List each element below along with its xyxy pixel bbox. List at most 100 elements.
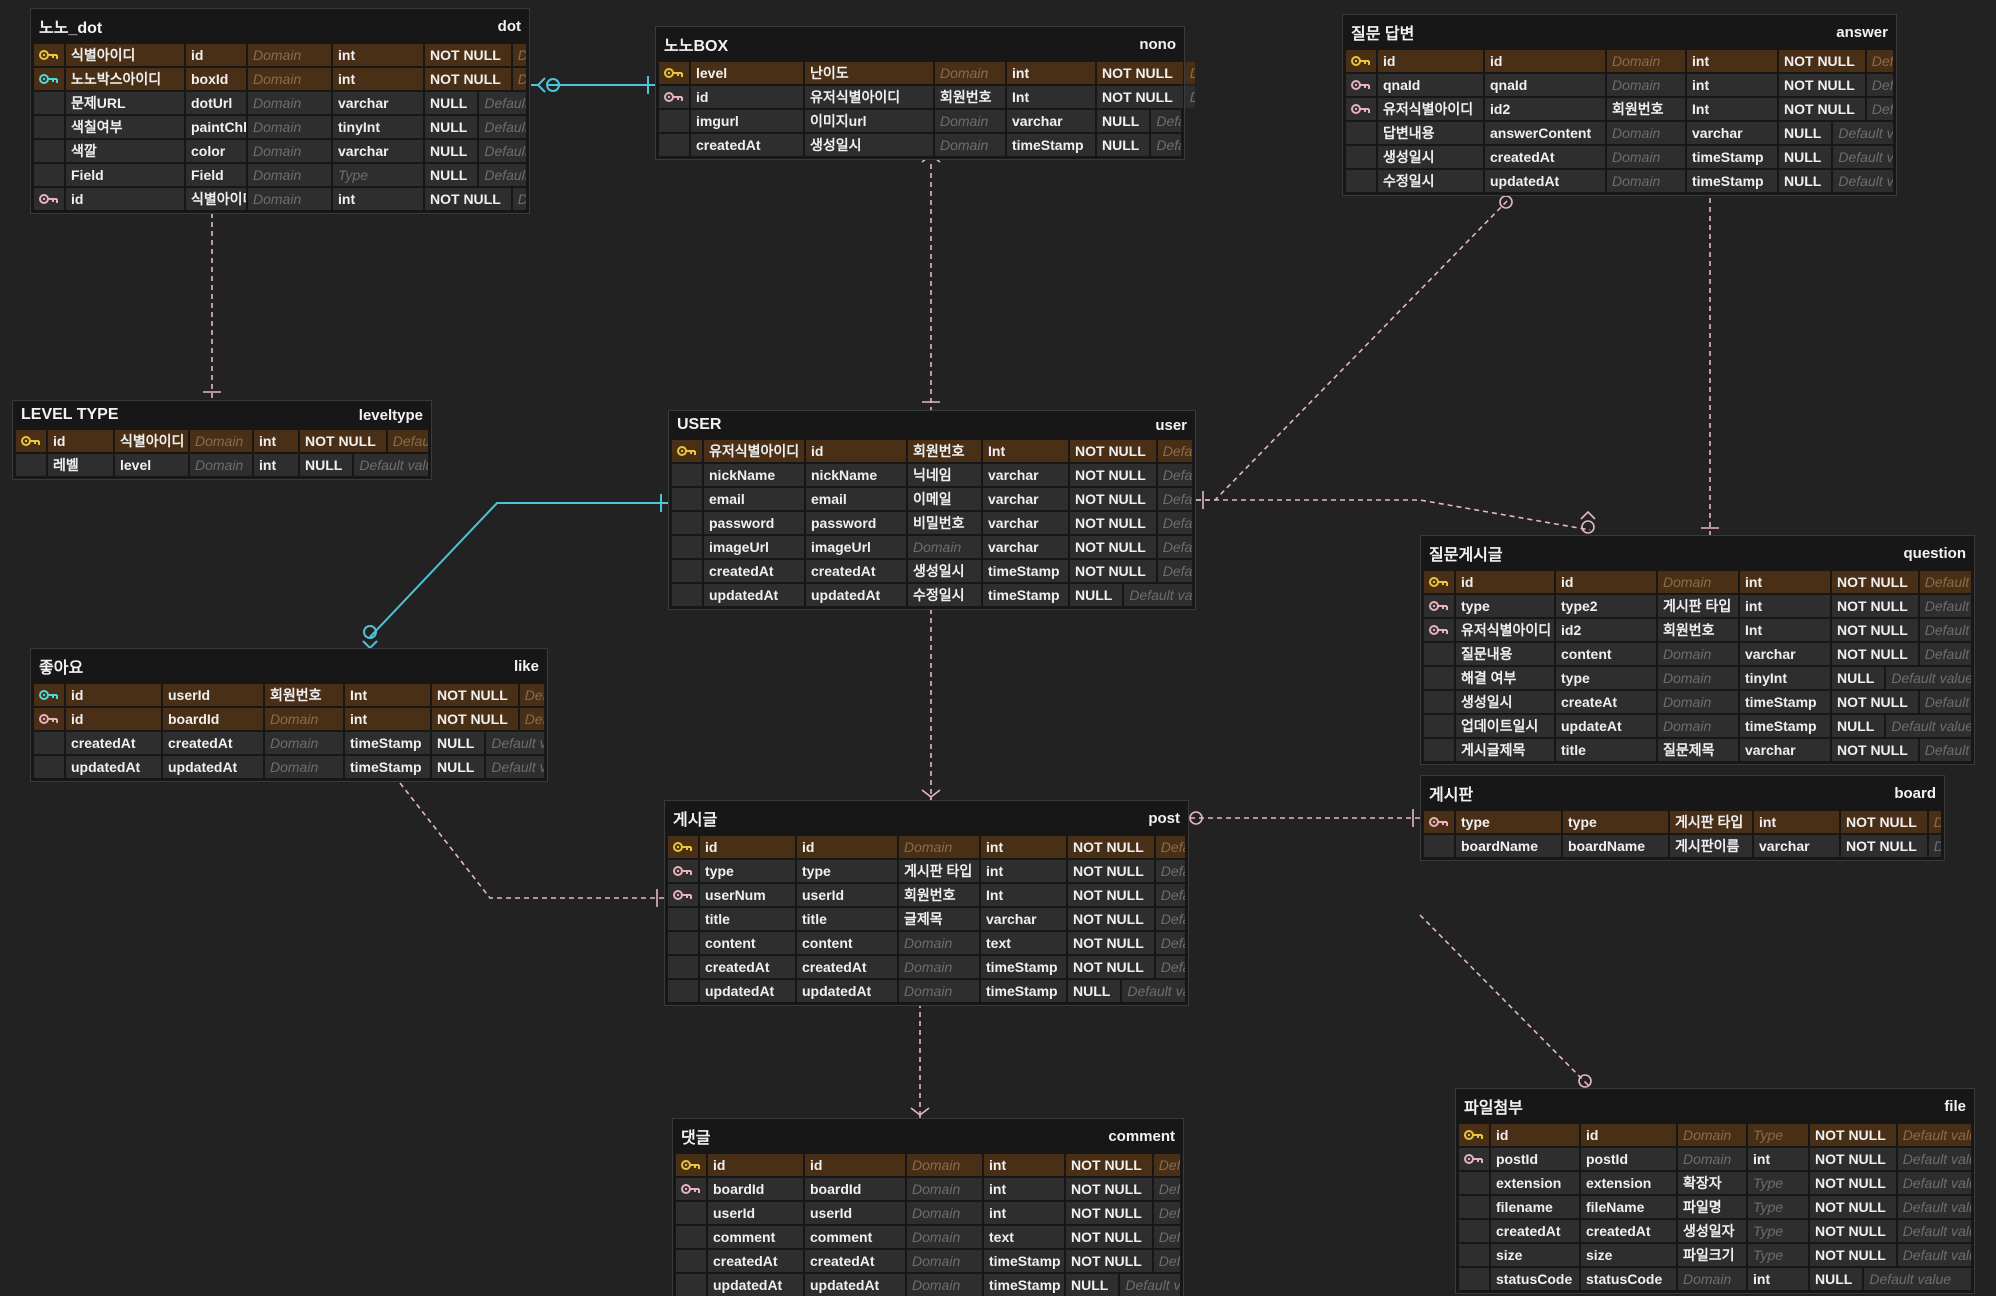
table-header-answer[interactable]: 질문 답변 answer xyxy=(1343,15,1896,50)
column-row[interactable]: emailemail이메일varcharNOT NULLDefault valu… xyxy=(672,488,1192,510)
nullable-cell: NOT NULL xyxy=(1068,908,1154,930)
table-comment[interactable]: 댓글commentididDomainintNOT NULLDefault va… xyxy=(672,1118,1184,1296)
column-row[interactable]: ididDomainintNOT NULLDefault value xyxy=(668,836,1185,858)
table-user[interactable]: USERuser유저식별아이디id회원번호IntNOT NULLDefault … xyxy=(668,410,1196,610)
column-row[interactable]: updatedAt updatedAt Domain timeStamp NULL Def… xyxy=(668,980,1185,1002)
table-board[interactable]: 게시판boardtypetype게시판 타입intNOT NULLDefault… xyxy=(1420,775,1945,861)
physical-name-cell: 생성일시 xyxy=(805,134,933,156)
column-row[interactable]: 문제URLdotUrlDomainvarcharNULLDefault valu… xyxy=(34,92,526,114)
table-header-dot[interactable]: 노노_dot dot xyxy=(31,9,529,44)
type-cell: Type xyxy=(1748,1172,1808,1194)
column-row[interactable]: 업데이트일시 updateAt Domain timeStamp NULL Default… xyxy=(1424,715,1971,737)
key-cell xyxy=(34,44,64,66)
column-row[interactable]: passwordpassword비밀번호varcharNOT NULLDefau… xyxy=(672,512,1192,534)
column-row[interactable]: filename fileName 파일명 Type NOT NULL Default v… xyxy=(1459,1196,1971,1218)
column-row[interactable]: id유저식별아이디회원번호IntNOT NULLDefault value xyxy=(659,86,1195,108)
column-row[interactable]: ididDomainintNOT NULLDefault value xyxy=(676,1154,1180,1176)
key-cell xyxy=(676,1178,706,1200)
table-header-leveltype[interactable]: LEVEL TYPE leveltype xyxy=(13,401,431,430)
table-header-comment[interactable]: 댓글 comment xyxy=(673,1119,1183,1154)
column-row[interactable]: level난이도DomainintNOT NULLDefault value xyxy=(659,62,1195,84)
column-row[interactable]: boardNameboardName게시판이름varcharNOT NULLDe… xyxy=(1424,835,1941,857)
column-row[interactable]: 답변내용 answerContent Domain varchar NULL Defaul… xyxy=(1346,122,1893,144)
table-answer[interactable]: 질문 답변answerididDomainintNOT NULLDefault … xyxy=(1342,14,1897,196)
column-row[interactable]: sizesize파일크기TypeNOT NULLDefault value xyxy=(1459,1244,1971,1266)
column-row[interactable]: updatedAt updatedAt 수정일시 timeStamp NULL Defau… xyxy=(672,584,1192,606)
column-row[interactable]: createdAt createdAt Domain timeStamp NULL Def… xyxy=(34,732,544,754)
column-row[interactable]: typetype게시판 타입intNOT NULLDefault value xyxy=(668,860,1185,882)
column-row[interactable]: 레벨levelDomainintNULLDefault value xyxy=(16,454,428,476)
column-row[interactable]: createdAt createdAt 생성일시 timeStamp NOT NULL D… xyxy=(672,560,1192,582)
column-row[interactable]: 질문내용 content Domain varchar NOT NULL Default … xyxy=(1424,643,1971,665)
erd-canvas[interactable]: 노노_dotdot식별아이디idDomainintNOT NULLDefault… xyxy=(0,0,1996,1296)
column-row[interactable]: ididDomainintNOT NULLDefault value xyxy=(1346,50,1893,72)
column-row[interactable]: 노노박스아이디boxIdDomainintNOT NULLDefault val… xyxy=(34,68,526,90)
column-row[interactable]: userNumuserId회원번호IntNOT NULLDefault valu… xyxy=(668,884,1185,906)
table-header-question[interactable]: 질문게시글 question xyxy=(1421,536,1974,571)
column-row[interactable]: iduserId회원번호IntNOT NULLDefault value xyxy=(34,684,544,706)
column-row[interactable]: 색깔colorDomainvarcharNULLDefault value xyxy=(34,140,526,162)
column-row[interactable]: ididDomainintNOT NULLDefault value xyxy=(1424,571,1971,593)
column-row[interactable]: 생성일시 createdAt Domain timeStamp NULL Default … xyxy=(1346,146,1893,168)
column-row[interactable]: 해결 여부 type Domain tinyInt NULL Default value xyxy=(1424,667,1971,689)
column-row[interactable]: qnaIdqnaIdDomainintNOT NULLDefault value xyxy=(1346,74,1893,96)
column-row[interactable]: createdAt createdAt 생성일자 Type NOT NULL Defaul… xyxy=(1459,1220,1971,1242)
table-header-file[interactable]: 파일첨부 file xyxy=(1456,1089,1974,1124)
link-board-file xyxy=(1419,914,1593,1103)
column-row[interactable]: id식별아이디DomainintNOT NULLDefault value xyxy=(16,430,428,452)
table-header-post[interactable]: 게시글 post xyxy=(665,801,1188,836)
column-row[interactable]: createdAt createdAt Domain timeStamp NOT NUL… xyxy=(676,1250,1180,1272)
table-header-nono[interactable]: 노노BOX nono xyxy=(656,27,1184,62)
nullable-cell: NULL xyxy=(300,454,353,476)
table-header-board[interactable]: 게시판 board xyxy=(1421,776,1944,811)
logical-name-cell: email xyxy=(704,488,804,510)
column-row[interactable]: statusCode statusCode Domain int NULL Default… xyxy=(1459,1268,1971,1290)
physical-name-cell: nickName xyxy=(806,464,906,486)
table-like[interactable]: 좋아요likeiduserId회원번호IntNOT NULLDefault va… xyxy=(30,648,548,782)
table-dot[interactable]: 노노_dotdot식별아이디idDomainintNOT NULLDefault… xyxy=(30,8,530,214)
column-row[interactable]: 유저식별아이디id2회원번호IntNOT NULLDefault value xyxy=(1424,619,1971,641)
table-header-like[interactable]: 좋아요 like xyxy=(31,649,547,684)
column-row[interactable]: imageUrl imageUrl Domain varchar NOT NULL Def… xyxy=(672,536,1192,558)
column-row[interactable]: 유저식별아이디id2회원번호IntNOT NULLDefault value xyxy=(1346,98,1893,120)
column-row[interactable]: 게시글제목title질문제목varcharNOT NULLDefault val… xyxy=(1424,739,1971,761)
logical-name-cell: statusCode xyxy=(1491,1268,1579,1290)
column-row[interactable]: boardIdboardIdDomainintNOT NULLDefault v… xyxy=(676,1178,1180,1200)
column-row[interactable]: ididDomainTypeNOT NULLDefault value xyxy=(1459,1124,1971,1146)
column-row[interactable]: titletitle글제목varcharNOT NULLDefault valu… xyxy=(668,908,1185,930)
column-row[interactable]: 식별아이디idDomainintNOT NULLDefault value xyxy=(34,44,526,66)
table-post[interactable]: 게시글postididDomainintNOT NULLDefault valu… xyxy=(664,800,1189,1006)
column-row[interactable]: createdAt생성일시DomaintimeStampNULLDefault … xyxy=(659,134,1181,156)
pink-key-icon xyxy=(681,1184,700,1194)
column-row[interactable]: typetype2게시판 타입intNOT NULLDefault value xyxy=(1424,595,1971,617)
column-row[interactable]: imgurl이미지urlDomainvarcharNULLDefault val… xyxy=(659,110,1181,132)
column-row[interactable]: contentcontentDomaintextNOT NULLDefault … xyxy=(668,932,1185,954)
table-question[interactable]: 질문게시글 question id id Domain int NOT NULL Defaul… xyxy=(1420,535,1975,765)
column-row[interactable]: 수정일시 updatedAt Domain timeStamp NULL Default … xyxy=(1346,170,1893,192)
column-row[interactable]: createdAt createdAt Domain timeStamp NOT NUL… xyxy=(668,956,1185,978)
column-row[interactable]: nickNamenickName닉네임varcharNOT NULLDefaul… xyxy=(672,464,1192,486)
column-row[interactable]: typetype게시판 타입intNOT NULLDefault value xyxy=(1424,811,1941,833)
column-row[interactable]: idboardIdDomainintNOT NULLDefault value xyxy=(34,708,544,730)
column-row[interactable]: updatedAt updatedAt Domain timeStamp NULL Def… xyxy=(34,756,544,778)
column-row[interactable]: 유저식별아이디id회원번호IntNOT NULLDefault value xyxy=(672,440,1192,462)
logical-name-cell: 유저식별아이디 xyxy=(1456,619,1554,641)
column-row[interactable]: userIduserIdDomainintNOT NULLDefault val… xyxy=(676,1202,1180,1224)
nullable-cell: NOT NULL xyxy=(1810,1196,1896,1218)
column-row[interactable]: 색칠여부paintChkDomaintinyIntNULLDefault val… xyxy=(34,116,526,138)
nullable-cell: NULL xyxy=(1068,980,1121,1002)
link-post-board xyxy=(1174,809,1420,827)
table-file[interactable]: 파일첨부 file id id Domain Type NOT NULL Default va… xyxy=(1455,1088,1975,1294)
column-row[interactable]: postId postId Domain int NOT NULL Default val… xyxy=(1459,1148,1971,1170)
column-row[interactable]: updatedAt updatedAt Domain timeStamp NULL Def… xyxy=(676,1274,1180,1296)
column-row[interactable]: extension extension 확장자 Type NOT NULL Default… xyxy=(1459,1172,1971,1194)
physical-name-cell: password xyxy=(806,512,906,534)
column-row[interactable]: 생성일시 createAt Domain timeStamp NOT NULL Defau… xyxy=(1424,691,1971,713)
logical-name-cell: userId xyxy=(708,1202,803,1224)
column-row[interactable]: FieldFieldDomainTypeNULLDefault value xyxy=(34,164,526,186)
column-row[interactable]: id식별아이디DomainintNOT NULLDefault value xyxy=(34,188,526,210)
table-leveltype[interactable]: LEVEL TYPE leveltype id 식별아이디 Domain int NOT N… xyxy=(12,400,432,480)
table-nono[interactable]: 노노BOXnonolevel난이도DomainintNOT NULLDefaul… xyxy=(655,26,1195,160)
table-header-user[interactable]: USER user xyxy=(669,411,1195,440)
column-row[interactable]: commentcommentDomaintextNOT NULLDefault … xyxy=(676,1226,1180,1248)
